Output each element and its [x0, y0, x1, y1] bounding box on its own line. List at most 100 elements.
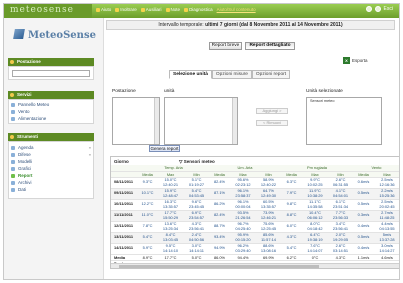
table-cell: 58.9% 12:40:22 [256, 177, 281, 189]
selected-unit-option[interactable]: Sensori meteo [310, 99, 334, 103]
table-cell: 6.3°C [281, 177, 302, 189]
table-cell: 95.6% 02:23:12 [230, 177, 256, 189]
panel-servizi-header[interactable]: Servizi [8, 91, 94, 99]
sidebar-item-agenda[interactable]: Agenda» [9, 144, 93, 151]
search-icon[interactable] [365, 6, 372, 12]
row-date: 11/11/2011 [111, 210, 138, 222]
logout-link[interactable]: Esci [384, 6, 393, 12]
table-cell: 85.6% 11:57:14 [256, 232, 281, 244]
postazione-label: Postazione [112, 89, 136, 94]
postazione-list[interactable] [112, 97, 160, 145]
report-breve-button[interactable]: Report breve [209, 42, 242, 50]
table-cell: 16.3°C 13:35:57 [157, 199, 184, 211]
forward-icon [115, 7, 120, 12]
sidebar-item-grafici[interactable]: Grafici [9, 165, 93, 172]
table-cell: 2.6°C 06:31:55 [328, 177, 353, 189]
topnav-diagnostica[interactable]: Diagnostica [184, 7, 213, 12]
zoom-icon[interactable] [374, 6, 381, 12]
tools-icon [140, 7, 145, 12]
scrollbar-thumb[interactable] [119, 265, 319, 268]
sidebar: MeteoSense Postazione Servizi Pannello M… [4, 18, 104, 279]
unita-list[interactable] [164, 97, 238, 145]
tab-selezione-unita[interactable]: Selezione unità [169, 70, 212, 79]
sidebar-item-report[interactable]: Report [9, 172, 93, 179]
table-cell: 9.6°C 23:45:45 [184, 199, 209, 211]
table-cell: 6.0°C [281, 221, 302, 233]
rimuovi-button[interactable]: < Rimuovi [256, 120, 288, 126]
table-cell: 64.7% 12:49:30 [256, 188, 281, 200]
table-cell: 9.9°C 10:02:25 [302, 177, 328, 189]
model-icon [11, 159, 15, 164]
report-table-area: Giorno ▽ Sensori meteo Temp. Aria Um. Ar… [110, 156, 399, 269]
table-cell: 5.4°C [138, 232, 157, 244]
table-row: 11/11/2011 11.0°C 17.7°C 15:50:29 6.9°C 23:54… [111, 210, 399, 222]
chevron-right-icon: » [88, 152, 91, 157]
topnav-ausiliari[interactable]: Ausiliari [140, 7, 162, 12]
tab-opzioni-misure[interactable]: Opzioni misure [211, 70, 252, 79]
excel-icon: X [343, 57, 350, 64]
unita-selezionate-list[interactable]: Sensori meteo [306, 97, 382, 145]
table-cell: 12.2°C [138, 199, 157, 211]
aggiungi-button[interactable]: Aggiungi > [256, 108, 288, 114]
table-cell: 82.4% [209, 177, 230, 189]
table-header-bar: Giorno ▽ Sensori meteo [111, 157, 399, 165]
panel-postazione-header[interactable]: Postazione [8, 58, 94, 66]
table-cell: 4.1°C 04:54:01 [328, 188, 353, 200]
table-cell: 7.9°C [281, 188, 302, 200]
topnav-aiuto[interactable]: Aiuto [96, 7, 111, 12]
note-icon [165, 7, 170, 12]
sidebar-item-dati[interactable]: Dati [9, 186, 93, 193]
table-cell: 15.9°C 12:48:47 [157, 188, 184, 200]
topnav-note[interactable]: Note [165, 7, 180, 12]
table-cell: 5.4°C [281, 243, 302, 255]
sidebar-item-difese[interactable]: Difese» [9, 151, 93, 158]
horizontal-scrollbar[interactable] [111, 263, 399, 268]
genera-report-button[interactable]: Genera report [149, 145, 180, 152]
table-row: 10/11/2011 12.2°C 16.3°C 13:35:57 9.6°C 23:45… [111, 199, 399, 211]
table-cell: 0.4m/s [353, 221, 374, 233]
top-bar: meteosense Aiuto Inoltrare Ausiliari Not… [4, 4, 399, 18]
sidebar-item-pannello-meteo[interactable]: Pannello Meteo [9, 101, 93, 108]
table-cell: 94.9% [209, 243, 230, 255]
diagnostic-icon [184, 7, 189, 12]
giorno-label: Giorno [114, 159, 129, 164]
strumenti-list: Agenda» Difese» Modelli Grafici Report A… [8, 141, 94, 199]
row-date: 10/11/2011 [111, 199, 138, 211]
table-cell: 2.5m/s 20:02:45 [374, 199, 399, 211]
export-control[interactable]: X Esporta [343, 57, 368, 64]
calendar-icon [11, 145, 15, 150]
table-cell: 0.5m/s [353, 199, 374, 211]
table-row: 08/11/2011 9.3°C 15.0°C 12:40:21 5.1°C 01:19:… [111, 177, 399, 189]
report-dettagliato-button[interactable]: Report dettagliato [245, 42, 295, 50]
panel-strumenti-header[interactable]: Strumenti [8, 133, 94, 141]
table-cell: 11.9°C 10:38:29 [302, 188, 328, 200]
sidebar-item-alimentazione[interactable]: Alimentazione [9, 115, 93, 122]
chevron-right-icon: » [88, 145, 91, 150]
sidebar-item-vento[interactable]: Vento [9, 108, 93, 115]
table-cell: 2.4°C 04:50:56 [184, 232, 209, 244]
row-date: 09/11/2011 [111, 188, 138, 200]
sidebar-item-modelli[interactable]: Modelli [9, 158, 93, 165]
table-cell: 9.3°C [138, 177, 157, 189]
row-date: 08/11/2011 [111, 177, 138, 189]
topnav-inoltrare[interactable]: Inoltrare [115, 7, 137, 12]
table-cell: 8.8°C [281, 210, 302, 222]
table-cell: 96.2% 03:29:40 [230, 243, 256, 255]
table-cell: 2.7m/s 11:48:25 [374, 210, 399, 222]
wind-icon [11, 109, 15, 114]
table-cell: 6.4°C 19:38:19 [302, 232, 328, 244]
tab-opzioni-report[interactable]: Opzioni report [251, 70, 291, 79]
table-body: 08/11/2011 9.3°C 15.0°C 12:40:21 5.1°C 01:19:… [111, 177, 399, 255]
table-cell: 0.6m/s [353, 177, 374, 189]
postazione-select[interactable] [12, 70, 90, 77]
sidebar-item-archivi[interactable]: Archivi [9, 179, 93, 186]
table-cell: 96.7% 04:25:40 [230, 221, 256, 233]
power-icon [11, 116, 15, 121]
table-cell: 5.9°C [138, 243, 157, 255]
app-window: meteosense Aiuto Inoltrare Ausiliari Not… [3, 3, 400, 280]
table-cell: 4.3°C [281, 232, 302, 244]
unita-selezionate-label: Unità selezionate [306, 89, 343, 94]
topnav-aiuto-contenuto[interactable]: Aiuto/Sul contenuto [217, 7, 256, 12]
table-cell: 17.7°C 15:50:29 [157, 210, 184, 222]
table-cell: 0.5m/s [353, 232, 374, 244]
